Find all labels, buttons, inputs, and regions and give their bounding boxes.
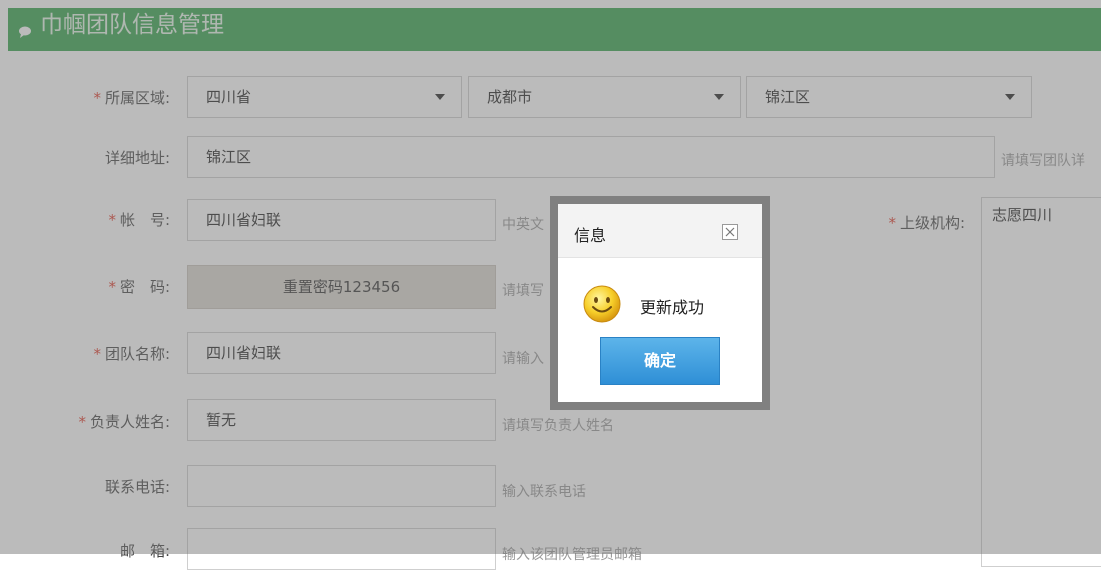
dialog-header: 信息 [558,204,762,258]
dialog-title: 信息 [574,226,607,245]
close-icon[interactable] [722,224,738,240]
smiley-icon [583,285,621,323]
ok-button[interactable]: 确定 [600,337,720,385]
info-dialog: 信息 更新成功 确定 [558,204,762,402]
dialog-message: 更新成功 [640,298,705,317]
